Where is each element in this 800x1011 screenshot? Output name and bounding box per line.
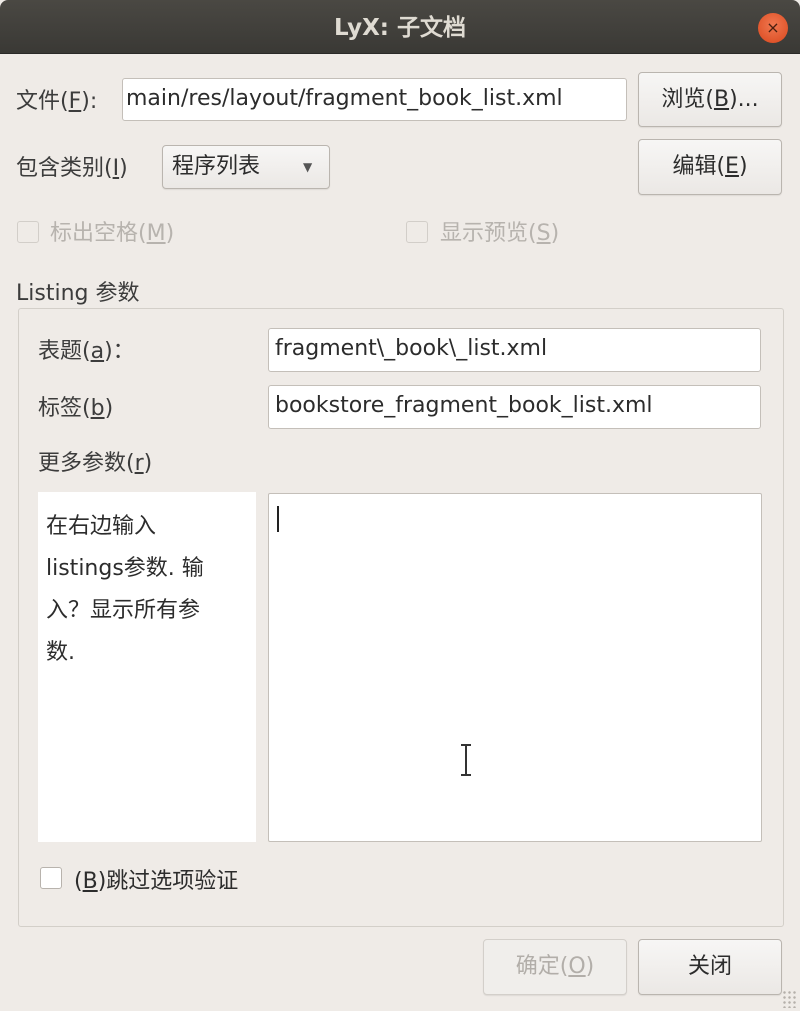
text-caret: [277, 506, 279, 532]
params-help-text: 在右边输入 listings参数. 输 入？显示所有参 数.: [38, 492, 256, 842]
caption-input[interactable]: fragment\_book\_list.xml: [268, 328, 761, 372]
help-line: 在右边输入: [46, 514, 157, 539]
include-type-select[interactable]: 程序列表 ▼: [162, 145, 330, 189]
help-line: 数.: [46, 640, 75, 665]
more-params-textarea[interactable]: [268, 493, 762, 842]
file-label: 文件(F):: [16, 89, 98, 114]
close-button[interactable]: 关闭: [638, 939, 782, 995]
browse-button[interactable]: 浏览(B)...: [638, 72, 782, 127]
include-type-value: 程序列表: [172, 154, 261, 179]
label-label: 标签(b): [38, 396, 114, 421]
ok-button[interactable]: 确定(O): [483, 939, 627, 995]
mark-spaces-label: 标出空格(M): [50, 221, 175, 246]
resize-grip-icon[interactable]: [782, 990, 798, 1008]
show-preview-label: 显示预览(S): [440, 221, 560, 246]
bypass-validation-label: (B)跳过选项验证: [74, 869, 239, 894]
bypass-validation-checkbox[interactable]: [40, 867, 62, 889]
file-input[interactable]: main/res/layout/fragment_book_list.xml: [122, 78, 627, 121]
include-type-label: 包含类别(I): [16, 156, 128, 181]
mark-spaces-checkbox[interactable]: [17, 221, 39, 243]
edit-button[interactable]: 编辑(E): [638, 139, 782, 195]
chevron-down-icon: ▼: [303, 160, 313, 174]
ibeam-cursor-icon: [461, 744, 471, 776]
show-preview-checkbox[interactable]: [406, 221, 428, 243]
window-close-button[interactable]: ×: [758, 13, 788, 43]
more-params-label: 更多参数(r): [38, 451, 153, 476]
help-line: listings参数. 输: [46, 556, 204, 581]
help-line: 入？显示所有参: [46, 598, 201, 623]
caption-label: 表题(a)：: [38, 339, 135, 364]
label-input[interactable]: bookstore_fragment_book_list.xml: [268, 385, 761, 429]
window-title: LyX: 子文档: [333, 15, 467, 41]
listing-group-title: Listing 参数: [16, 281, 140, 306]
